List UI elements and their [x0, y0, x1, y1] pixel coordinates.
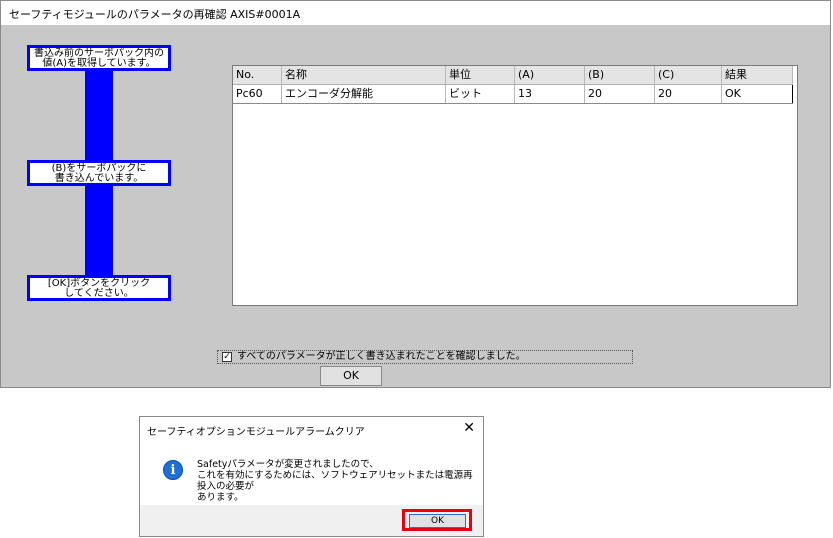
- table-row[interactable]: Pc60 エンコーダ分解能 ビット 13 20 20 OK: [233, 85, 793, 104]
- ok-button[interactable]: OK: [320, 366, 382, 386]
- info-icon: i: [163, 460, 183, 480]
- step-read-values: 書込み前のサーボパック内の 値(A)を取得しています。: [27, 45, 171, 71]
- column-header[interactable]: 結果: [722, 66, 793, 84]
- window-title: セーフティモジュールのパラメータの再確認 AXIS#0001A: [1, 1, 830, 25]
- close-icon[interactable]: ✕: [463, 419, 475, 437]
- step-write-values: (B)をサーボパックに 書き込んでいます。: [27, 160, 171, 186]
- column-header[interactable]: No.: [233, 66, 282, 84]
- table-cell: エンコーダ分解能: [282, 85, 446, 103]
- row-divider: [792, 85, 793, 103]
- parameter-table: No. 名称 単位 (A) (B) (C) 結果 Pc60 エンコーダ分解能 ビ…: [232, 65, 798, 306]
- table-header: No. 名称 単位 (A) (B) (C) 結果: [233, 66, 793, 85]
- column-header[interactable]: (C): [655, 66, 722, 84]
- dialog-title: セーフティオプションモジュールアラームクリア: [147, 427, 365, 438]
- table-cell: OK: [722, 85, 793, 103]
- column-header[interactable]: 名称: [282, 66, 446, 84]
- dialog-message: Safetyパラメータが変更されましたので、 これを有効にするためには、ソフトウ…: [197, 459, 473, 503]
- table-cell: 20: [585, 85, 655, 103]
- table-cell: ビット: [446, 85, 515, 103]
- column-header[interactable]: (A): [515, 66, 585, 84]
- column-header[interactable]: (B): [585, 66, 655, 84]
- alarm-clear-dialog: セーフティオプションモジュールアラームクリア ✕ i Safetyパラメータが変…: [139, 416, 484, 537]
- confirm-checkbox-label[interactable]: すべてのパラメータが正しく書き込まれたことを確認しました。: [237, 351, 526, 363]
- confirm-checkbox-row[interactable]: ✓ すべてのパラメータが正しく書き込まれたことを確認しました。: [217, 350, 633, 364]
- step-click-ok: [OK]ボタンをクリック してください。: [27, 275, 171, 301]
- table-cell: 20: [655, 85, 722, 103]
- parameter-recheck-window: セーフティモジュールのパラメータの再確認 AXIS#0001A 書込み前のサーボ…: [0, 0, 831, 388]
- confirm-checkbox[interactable]: ✓: [222, 352, 232, 362]
- dialog-ok-button[interactable]: OK: [409, 514, 466, 528]
- table-cell: Pc60: [233, 85, 282, 103]
- column-header[interactable]: 単位: [446, 66, 515, 84]
- table-cell: 13: [515, 85, 585, 103]
